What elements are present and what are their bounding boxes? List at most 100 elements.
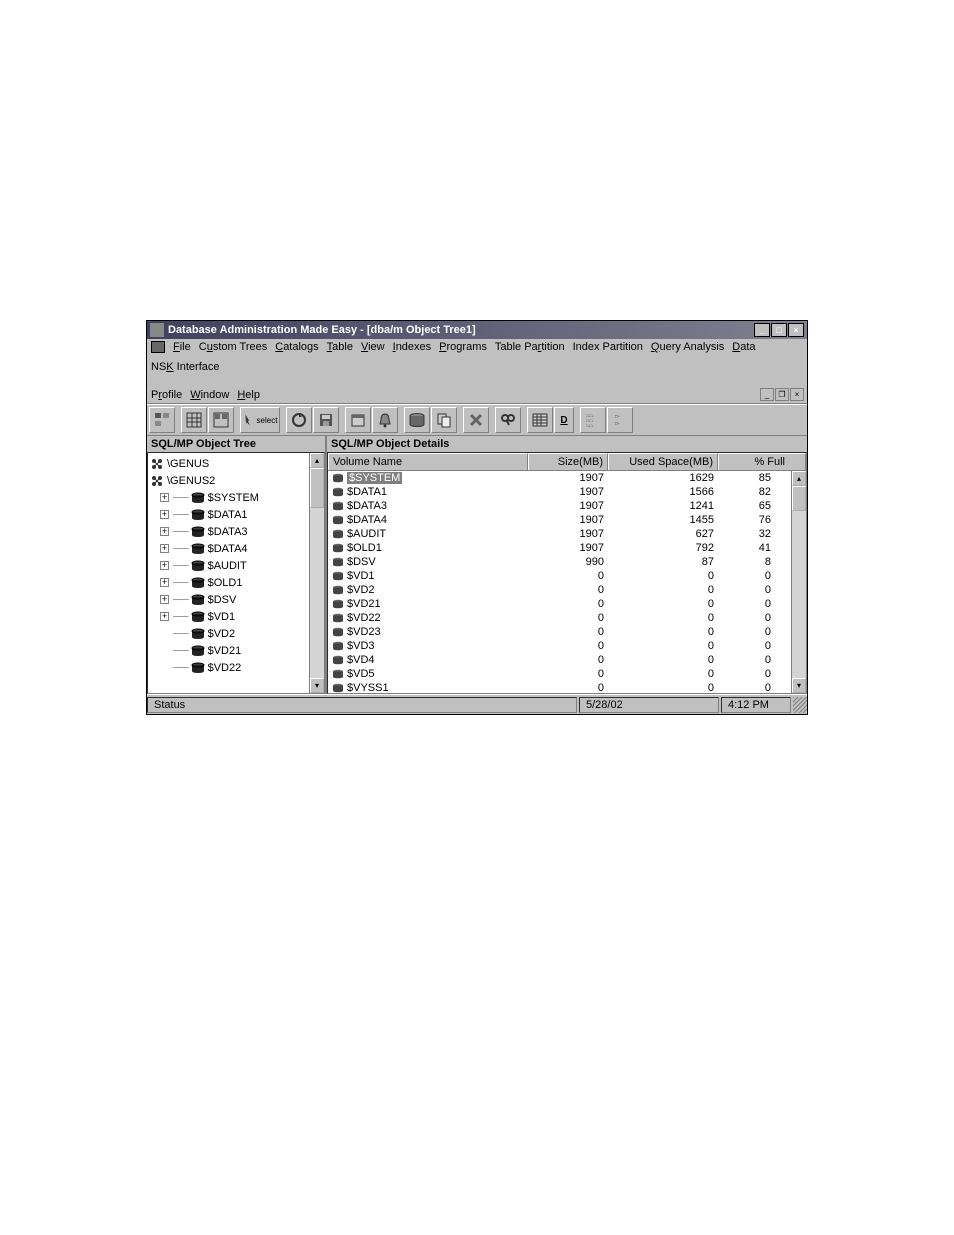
tree-item[interactable]: \GENUS2 (150, 472, 307, 489)
toolbar-copy-button[interactable] (431, 407, 457, 433)
menu-catalogs[interactable]: Catalogs (275, 341, 318, 353)
window-title: Database Administration Made Easy - [dba… (168, 324, 754, 336)
tree-item[interactable]: +──$DSV (150, 591, 307, 608)
menu-table[interactable]: Table (327, 341, 353, 353)
table-row[interactable]: $VD1000 (328, 569, 791, 583)
expand-icon[interactable]: + (160, 527, 169, 536)
menu-profile[interactable]: Profile (151, 389, 182, 401)
toolbar-bell-button[interactable] (372, 407, 398, 433)
table-row[interactable]: $VD4000 (328, 653, 791, 667)
col-header-size[interactable]: Size(MB) (528, 453, 608, 470)
scroll-up-icon[interactable]: ▴ (310, 453, 324, 468)
tree-item[interactable]: +──$SYSTEM (150, 489, 307, 506)
tree-item[interactable]: +──$DATA3 (150, 523, 307, 540)
scroll-thumb[interactable] (310, 468, 324, 508)
expand-icon[interactable]: + (160, 561, 169, 570)
menu-indexes[interactable]: Indexes (393, 341, 432, 353)
resize-grip-icon[interactable] (793, 697, 807, 713)
toolbar-refresh-button[interactable] (286, 407, 312, 433)
tree-item[interactable]: \GENUS (150, 455, 307, 472)
disk-icon (191, 526, 205, 538)
cell-used: 0 (608, 654, 718, 666)
toolbar: select D □-□-□-□-□-□- □-□- (147, 404, 807, 436)
tree-item[interactable]: +──$VD1 (150, 608, 307, 625)
expand-icon[interactable]: + (160, 595, 169, 604)
grid-header: Volume Name Size(MB) Used Space(MB) % Fu… (328, 453, 806, 471)
menu-data[interactable]: Data (732, 341, 755, 353)
cell-full: 0 (718, 682, 791, 694)
toolbar-grid1-button[interactable] (181, 407, 207, 433)
scroll-down-icon[interactable]: ▾ (792, 678, 806, 693)
toolbar-save-button[interactable] (313, 407, 339, 433)
col-header-used[interactable]: Used Space(MB) (608, 453, 718, 470)
col-header-name[interactable]: Volume Name (328, 453, 528, 470)
expand-icon[interactable]: + (160, 544, 169, 553)
toolbar-select-button[interactable]: select (240, 407, 280, 433)
tree-scrollbar[interactable]: ▴ ▾ (309, 453, 324, 693)
toolbar-table-button[interactable] (527, 407, 553, 433)
menu-nsk-interface[interactable]: NSK Interface (151, 361, 219, 373)
menu-table-partition[interactable]: Table Partition (495, 341, 565, 353)
menu-custom-trees[interactable]: Custom Trees (199, 341, 267, 353)
maximize-button[interactable]: □ (771, 323, 787, 337)
tree-item[interactable]: +──$DATA1 (150, 506, 307, 523)
toolbar-delete-button[interactable] (463, 407, 489, 433)
menu-programs[interactable]: Programs (439, 341, 487, 353)
disk-icon (191, 492, 205, 504)
menu-help[interactable]: Help (237, 389, 260, 401)
cell-size: 0 (528, 570, 608, 582)
mdi-minimize[interactable]: _ (760, 388, 774, 401)
tree-body[interactable]: \GENUS\GENUS2+──$SYSTEM+──$DATA1+──$DATA… (147, 452, 325, 694)
close-button[interactable]: × (788, 323, 804, 337)
table-row[interactable]: $SYSTEM1907162985 (328, 471, 791, 485)
tree-item[interactable]: +──$AUDIT (150, 557, 307, 574)
scroll-thumb[interactable] (792, 486, 806, 511)
toolbar-calendar-button[interactable] (345, 407, 371, 433)
table-row[interactable]: $VYSS1000 (328, 681, 791, 694)
table-row[interactable]: $VD23000 (328, 625, 791, 639)
scroll-up-icon[interactable]: ▴ (792, 471, 806, 486)
table-row[interactable]: $VD2000 (328, 583, 791, 597)
toolbar-disk-button[interactable] (404, 407, 430, 433)
toolbar-d-button[interactable]: D (554, 407, 574, 433)
mdi-restore[interactable]: ❐ (775, 388, 789, 401)
table-row[interactable]: $VD21000 (328, 597, 791, 611)
mdi-close[interactable]: × (790, 388, 804, 401)
menu-index-partition[interactable]: Index Partition (573, 341, 643, 353)
tree-item[interactable]: ──$VD21 (150, 642, 307, 659)
table-row[interactable]: $VD3000 (328, 639, 791, 653)
menu-window[interactable]: Window (190, 389, 229, 401)
expand-icon[interactable]: + (160, 493, 169, 502)
expand-icon[interactable]: + (160, 510, 169, 519)
table-row[interactable]: $DSV990878 (328, 555, 791, 569)
details-scrollbar[interactable]: ▴ ▾ (791, 471, 806, 693)
cell-used: 792 (608, 542, 718, 554)
table-row[interactable]: $DATA31907124165 (328, 499, 791, 513)
toolbar-list1-button[interactable]: □-□-□-□-□-□- (580, 407, 606, 433)
toolbar-grid2-button[interactable] (208, 407, 234, 433)
col-header-full[interactable]: % Full (718, 453, 806, 470)
mdi-icon[interactable] (151, 341, 165, 353)
tree-item[interactable]: ──$VD2 (150, 625, 307, 642)
table-row[interactable]: $VD22000 (328, 611, 791, 625)
volume-icon (332, 473, 344, 483)
toolbar-tree-button[interactable] (149, 407, 175, 433)
expand-icon[interactable]: + (160, 612, 169, 621)
table-row[interactable]: $DATA11907156682 (328, 485, 791, 499)
tree-item[interactable]: +──$DATA4 (150, 540, 307, 557)
toolbar-list2-button[interactable]: □-□- (607, 407, 633, 433)
table-row[interactable]: $DATA41907145576 (328, 513, 791, 527)
menu-view[interactable]: View (361, 341, 385, 353)
table-row[interactable]: $AUDIT190762732 (328, 527, 791, 541)
minimize-button[interactable]: _ (754, 323, 770, 337)
scroll-down-icon[interactable]: ▾ (310, 678, 324, 693)
details-body[interactable]: Volume Name Size(MB) Used Space(MB) % Fu… (327, 452, 807, 694)
table-row[interactable]: $VD5000 (328, 667, 791, 681)
tree-item[interactable]: ──$VD22 (150, 659, 307, 676)
table-row[interactable]: $OLD1190779241 (328, 541, 791, 555)
tree-item[interactable]: +──$OLD1 (150, 574, 307, 591)
menu-file[interactable]: File (173, 341, 191, 353)
toolbar-find-button[interactable] (495, 407, 521, 433)
menu-query-analysis[interactable]: Query Analysis (651, 341, 724, 353)
expand-icon[interactable]: + (160, 578, 169, 587)
